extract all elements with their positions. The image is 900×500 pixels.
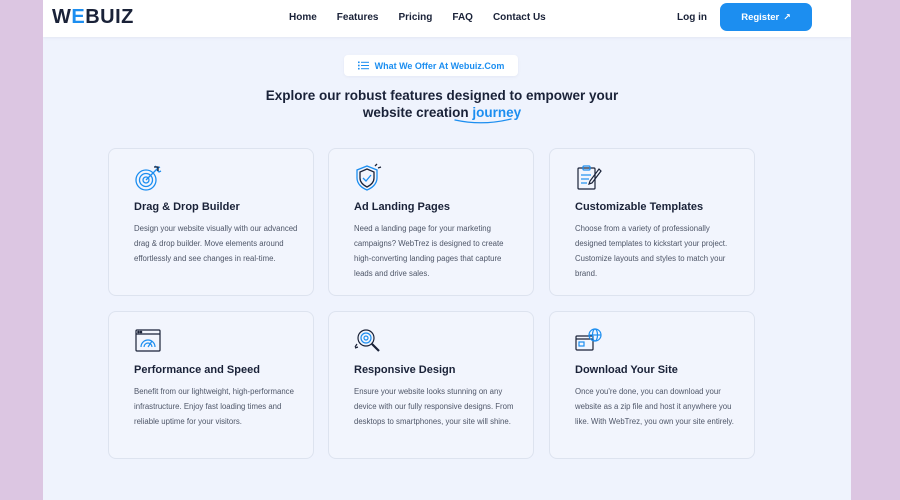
feature-description: Once you're done, you can download your … [575, 387, 734, 426]
register-button[interactable]: Register ↗ [720, 3, 812, 31]
logo-accent: E [71, 6, 86, 28]
nav-contact-us[interactable]: Contact Us [493, 12, 546, 23]
badge-text: What We Offer At Webuiz.Com [374, 60, 505, 71]
magnifier-gear-icon [354, 329, 380, 352]
nav-links: Home Features Pricing FAQ Contact Us [289, 12, 566, 23]
feature-description: Need a landing page for your marketing c… [354, 224, 504, 278]
navbar: WEBUIZ Home Features Pricing FAQ Contact… [43, 0, 851, 37]
register-label: Register [741, 11, 780, 23]
login-link[interactable]: Log in [677, 12, 707, 23]
shield-check-icon [356, 163, 382, 191]
section-headline: Explore our robust features designed to … [43, 87, 841, 121]
clipboard-pencil-icon [577, 165, 602, 190]
feature-card-ad-landing[interactable]: Ad Landing Pages Need a landing page for… [328, 148, 534, 296]
feature-description: Ensure your website looks stunning on an… [354, 387, 514, 426]
section-badge: What We Offer At Webuiz.Com [344, 55, 518, 76]
nav-pricing[interactable]: Pricing [398, 12, 432, 23]
headline-line-2: website creation journey [43, 104, 841, 121]
feature-title: Customizable Templates [575, 201, 704, 213]
feature-title: Performance and Speed [134, 364, 260, 376]
feature-card-download[interactable]: Download Your Site Once you're done, you… [549, 311, 755, 459]
feature-title: Ad Landing Pages [354, 201, 450, 213]
feature-title: Drag & Drop Builder [134, 201, 240, 213]
globe-window-icon [575, 328, 602, 351]
feature-card-templates[interactable]: Customizable Templates Choose from a var… [549, 148, 755, 296]
nav-faq[interactable]: FAQ [452, 12, 473, 23]
target-icon [135, 165, 162, 191]
feature-description: Benefit from our lightweight, high-perfo… [134, 387, 294, 426]
arrow-up-right-icon: ↗ [783, 11, 791, 22]
speed-gauge-icon [135, 329, 161, 352]
feature-description: Choose from a variety of professionally … [575, 224, 728, 278]
logo-suffix: BUIZ [85, 6, 134, 28]
feature-card-performance[interactable]: Performance and Speed Benefit from our l… [108, 311, 314, 459]
page: WEBUIZ Home Features Pricing FAQ Contact… [43, 0, 851, 500]
headline-line-1: Explore our robust features designed to … [265, 88, 619, 103]
feature-card-responsive[interactable]: Responsive Design Ensure your website lo… [328, 311, 534, 459]
underline-swoosh-icon [454, 118, 512, 124]
nav-home[interactable]: Home [289, 12, 317, 23]
feature-card-drag-drop[interactable]: Drag & Drop Builder Design your website … [108, 148, 314, 296]
list-icon [357, 61, 369, 70]
feature-title: Download Your Site [575, 364, 678, 376]
feature-title: Responsive Design [354, 364, 456, 376]
nav-features[interactable]: Features [337, 12, 379, 23]
logo[interactable]: WEBUIZ [52, 6, 134, 29]
feature-description: Design your website visually with our ad… [134, 224, 298, 263]
logo-prefix: W [52, 6, 72, 28]
